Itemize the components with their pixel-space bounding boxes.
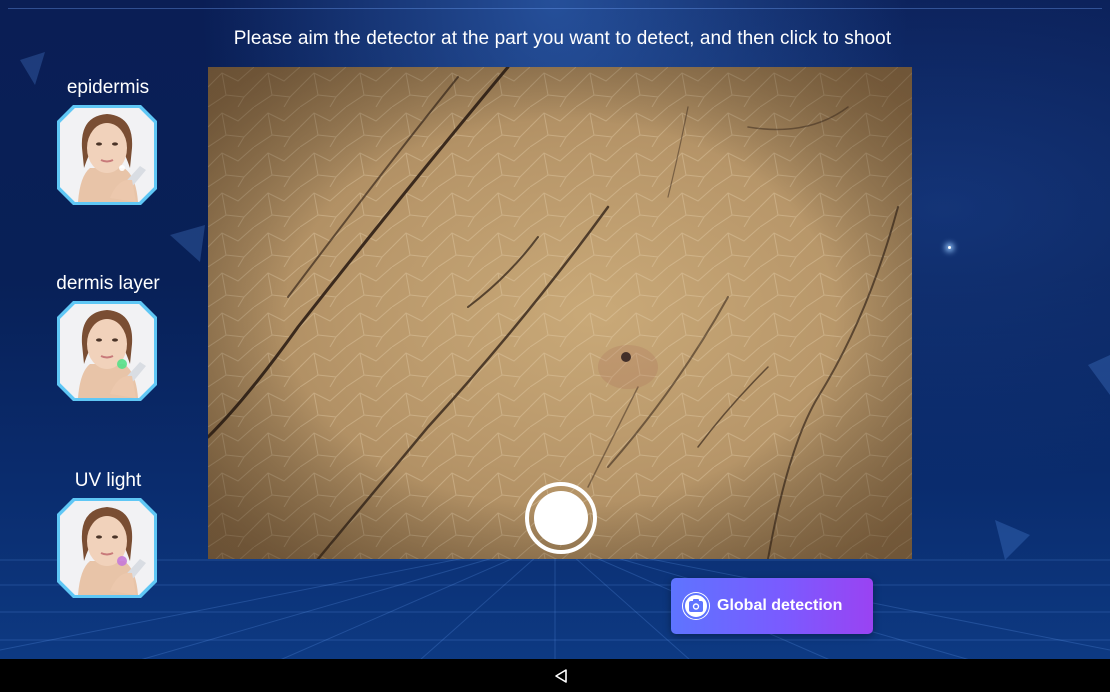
camera-icon	[682, 592, 710, 620]
shutter-icon	[534, 491, 588, 545]
sparkle-star	[948, 246, 951, 249]
face-avatar-epidermis	[60, 108, 154, 202]
face-icon	[60, 108, 154, 202]
global-detection-button[interactable]: Global detection	[671, 578, 873, 634]
instruction-text: Please aim the detector at the part you …	[233, 28, 892, 49]
face-avatar-uv-light	[60, 501, 154, 595]
global-detection-label: Global detection	[717, 597, 843, 614]
face-icon	[60, 501, 154, 595]
mode-label-uv-light: UV light	[74, 470, 142, 491]
mode-button-epidermis[interactable]	[57, 105, 157, 205]
nav-back-icon[interactable]	[553, 668, 569, 684]
mode-label-epidermis: epidermis	[66, 77, 150, 98]
mode-button-uv-light[interactable]	[57, 498, 157, 598]
detector-screen: Please aim the detector at the part you …	[0, 0, 1110, 692]
face-avatar-dermis-layer	[60, 304, 154, 398]
mode-label-dermis-layer: dermis layer	[56, 273, 160, 294]
shutter-button[interactable]	[525, 482, 597, 554]
system-nav-bar	[0, 659, 1110, 692]
face-icon	[60, 304, 154, 398]
mode-button-dermis-layer[interactable]	[57, 301, 157, 401]
